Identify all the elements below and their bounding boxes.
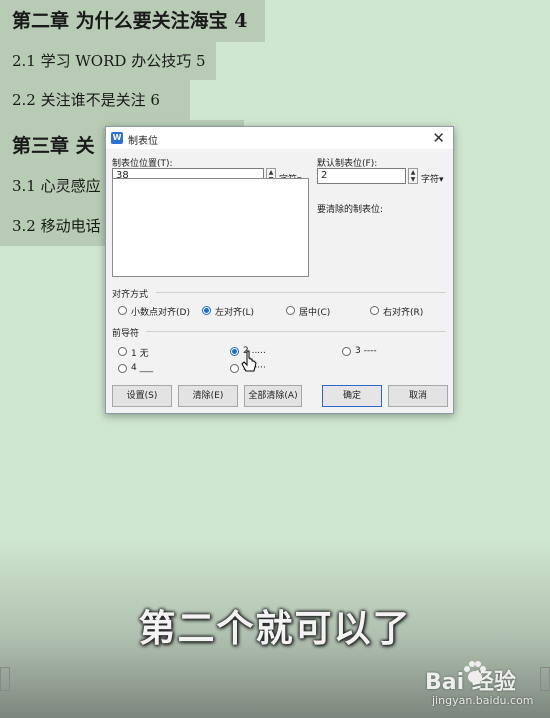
set-button[interactable]: 设置(S) (112, 385, 172, 407)
clear-all-button[interactable]: 全部清除(A) (244, 385, 302, 407)
doc-line-3-1: 3.1 心灵感应 (0, 166, 110, 206)
tab-stops-dialog: W 制表位 ✕ 制表位位置(T): 38 ▲▼ 字符▾ 默认制表位(F): 2 … (105, 126, 454, 414)
leader-dashes-label: 3 ---- (355, 346, 377, 356)
cancel-button[interactable]: 取消 (388, 385, 448, 407)
align-right-radio[interactable] (370, 306, 379, 315)
leader-none-radio[interactable] (118, 347, 127, 356)
align-center-label: 居中(C) (299, 308, 331, 318)
close-icon[interactable]: ✕ (432, 129, 445, 147)
tab-position-list[interactable] (112, 178, 309, 277)
clear-tabs-label: 要清除的制表位: (317, 205, 384, 215)
page-edge-left (0, 667, 10, 691)
doc-heading-chapter-2: 第二章 为什么要关注海宝 4 (0, 0, 265, 42)
mouse-pointer-icon (241, 350, 257, 372)
video-subtitle: 第二个就可以了 (138, 607, 412, 650)
doc-line-3-2: 3.2 移动电话 (0, 206, 110, 246)
alignment-section-label: 对齐方式 (112, 290, 149, 300)
leader-dashes-radio[interactable] (342, 347, 351, 356)
align-left-radio[interactable] (202, 306, 211, 315)
baidu-watermark-url: jingyan.baidu.com (432, 694, 534, 707)
leader-divider (146, 331, 446, 332)
ok-button[interactable]: 确定 (322, 385, 382, 407)
dialog-title: 制表位 (128, 136, 158, 147)
wps-app-icon: W (111, 132, 123, 144)
leader-none-label: 1 无 (131, 349, 149, 359)
align-decimal-radio[interactable] (118, 306, 127, 315)
align-center-radio[interactable] (286, 306, 295, 315)
default-tab-spinner[interactable]: ▲ ▼ (408, 168, 418, 184)
leader-section-label: 前导符 (112, 329, 140, 339)
align-decimal-label: 小数点对齐(D) (131, 308, 190, 318)
align-left-label: 左对齐(L) (215, 308, 255, 318)
leader-dots-radio[interactable] (230, 347, 239, 356)
default-tab-unit[interactable]: 字符▾ (421, 172, 444, 185)
doc-line-2-2: 2.2 关注谁不是关注 6 (0, 80, 190, 120)
default-tab-input[interactable]: 2 (317, 168, 406, 184)
clear-button[interactable]: 清除(E) (178, 385, 238, 407)
dialog-titlebar[interactable]: W 制表位 ✕ (106, 127, 453, 149)
alignment-divider (156, 292, 446, 293)
align-right-label: 右对齐(R) (383, 308, 424, 318)
page-edge-right (540, 667, 550, 691)
doc-line-2-1: 2.1 学习 WORD 办公技巧 5 (0, 42, 216, 80)
leader-middot-radio[interactable] (230, 364, 239, 373)
leader-underline-radio[interactable] (118, 364, 127, 373)
leader-underline-label: 4 ___ (131, 363, 154, 373)
baidu-paw-icon (464, 661, 486, 683)
